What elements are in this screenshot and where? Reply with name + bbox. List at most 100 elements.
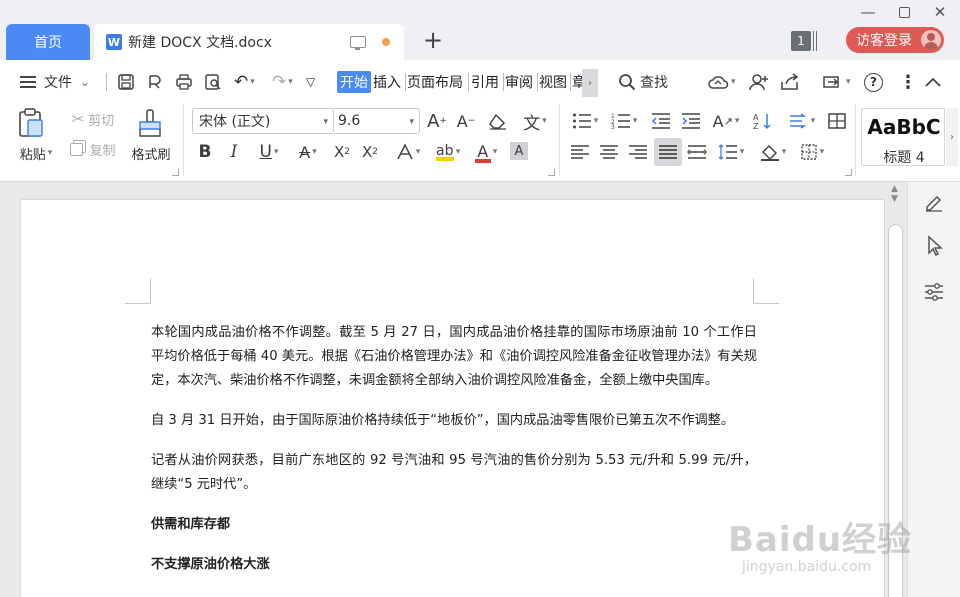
settings-sliders-icon[interactable] [922,280,946,304]
more-tabs-chevron-right-icon[interactable]: › [582,69,598,97]
text-effect-icon[interactable]: ▾ [390,140,426,164]
superscript-icon[interactable]: X2 [330,140,354,164]
font-family-select[interactable]: 宋体 (正文) ▾ [192,108,334,134]
print-icon[interactable] [175,68,193,96]
bullet-list-icon[interactable]: ▾ [568,108,602,134]
underline-icon[interactable]: U ▾ [252,140,286,164]
visitor-login-label: 访客登录 [856,33,912,49]
paragraph[interactable]: 记者从油价网获悉，目前广东地区的 92 号汽油和 95 号汽油的售价分别为 5.… [151,449,757,497]
group-expand-icon[interactable] [172,169,179,176]
tab-chapter[interactable]: 章 [572,68,582,96]
character-shading-icon[interactable]: A [508,140,530,162]
tab-page-layout-label: 页面布局 [407,75,463,91]
copy-button[interactable]: 复制 [63,138,123,160]
tab-view[interactable]: 视图 [539,68,567,96]
output-icon[interactable] [146,68,164,96]
borders-icon[interactable]: ▾ [795,140,829,164]
cut-button[interactable]: ✂ 剪切 [63,108,123,130]
window-count-badge[interactable]: 1 [791,31,811,51]
new-tab-button[interactable]: + [420,28,446,54]
chevron-down-icon: ▾ [47,148,53,158]
scroll-up-icon[interactable]: ▲ ▼ [891,184,898,204]
tab-insert[interactable]: 插入 [373,68,401,96]
add-collaborator-icon[interactable] [749,68,769,96]
style-heading-4[interactable]: AaBbC 标题 4 [861,108,945,166]
tab-review[interactable]: 审阅 [505,68,533,96]
pinyin-guide-icon[interactable]: 文 ▾ [518,108,552,134]
increase-indent-icon[interactable] [678,108,704,134]
document-body[interactable]: 本轮国内成品油价格不作调整。截至 5 月 27 日，国内成品油价格挂靠的国际市场… [151,321,757,593]
minimize-icon[interactable]: — [852,0,884,24]
align-right-icon[interactable] [626,140,650,164]
justify-icon[interactable] [654,138,682,166]
font-color-icon[interactable]: A ▾ [468,140,504,164]
visitor-login-button[interactable]: 访客登录 [846,27,944,53]
window-list-icon[interactable] [813,31,817,51]
subscript-icon[interactable]: X2 [358,140,382,164]
monitor-icon[interactable] [350,36,366,50]
search-button[interactable]: 查找 [618,68,668,96]
tab-start[interactable]: 开始 [337,71,371,93]
clear-format-icon[interactable] [486,108,510,134]
tab-references[interactable]: 引用 [471,68,499,96]
undo-icon[interactable]: ↶ ▾ [234,68,255,96]
chevron-down-icon: ▾ [492,147,498,157]
italic-icon[interactable]: I [223,140,245,164]
strikethrough-icon[interactable]: A ▾ [292,140,324,164]
bold-icon[interactable]: B [194,140,216,164]
decrease-font-size-icon[interactable]: A − [454,108,478,134]
format-painter-button[interactable]: 格式刷 [125,142,177,164]
align-center-icon[interactable] [597,140,621,164]
font-size-select[interactable]: 9.6 ▾ [334,108,420,134]
cloud-sync-icon[interactable]: ▾ [707,68,736,96]
maximize-icon[interactable] [888,0,920,24]
numbered-list-icon[interactable]: 1 2 3 ▾ [606,108,642,134]
close-icon[interactable]: ✕ [924,0,956,24]
text-direction-icon[interactable]: A ↗ ▾ [708,108,744,134]
group-expand-icon[interactable] [548,169,555,176]
avatar [921,30,941,50]
file-menu[interactable]: 文件 ⌄ [20,68,90,96]
section-heading[interactable]: 供需和库存都 [151,513,757,537]
paragraph[interactable]: 本轮国内成品油价格不作调整。截至 5 月 27 日，国内成品油价格挂靠的国际市场… [151,321,757,393]
chevron-down-icon: ▾ [593,116,599,126]
redo-icon[interactable]: ↷ ▾ [272,68,293,96]
tab-home[interactable]: 首页 [6,24,90,60]
watermark-main: Baidu经验 [728,520,913,560]
line-spacing-icon[interactable]: ▾ [713,140,749,164]
table-layout-icon[interactable] [824,108,850,134]
shading-icon[interactable]: ▾ [755,140,791,164]
tab-document[interactable]: W 新建 DOCX 文档.docx [94,24,404,60]
paragraph-mark-icon[interactable]: ▾ [784,108,820,134]
increase-font-size-icon[interactable]: A + [425,108,449,134]
svg-text:Z: Z [753,122,759,130]
sort-icon[interactable]: AZ [750,108,776,134]
select-pointer-icon[interactable] [922,234,946,258]
pen-edit-icon[interactable] [922,190,946,214]
collapse-ribbon-icon[interactable] [924,68,942,96]
style-gallery-chevron-right-icon[interactable]: › [946,108,958,166]
file-menu-label: 文件 [44,75,72,91]
format-painter-icon[interactable] [132,106,168,140]
help-icon[interactable]: ? [864,68,883,96]
print-preview-icon[interactable] [204,68,222,96]
quick-access-more-icon[interactable]: ▽ [306,68,315,96]
more-options-icon[interactable]: ⋮ [899,68,917,96]
paragraph[interactable]: 自 3 月 31 日开始，由于国际原油价格持续低于“地板价”，国内成品油零售限价… [151,409,757,433]
convert-icon[interactable]: ▾ [822,68,851,96]
group-expand-icon[interactable] [845,169,852,176]
highlight-icon[interactable]: ab ▾ [430,140,466,164]
divider [183,104,184,176]
align-left-icon[interactable] [568,140,592,164]
section-heading[interactable]: 不支撑原油价格大涨 [151,553,757,577]
paste-button[interactable]: 粘贴 ▾ [13,142,59,164]
tab-page-layout[interactable]: 页面布局 [407,68,463,96]
share-icon[interactable] [780,68,800,96]
unsaved-indicator-icon [382,38,390,46]
distributed-align-icon[interactable] [685,140,709,164]
paste-icon[interactable] [12,106,48,140]
divider [855,104,856,176]
copy-icon [70,142,84,156]
save-icon[interactable] [117,68,135,96]
decrease-indent-icon[interactable] [648,108,674,134]
